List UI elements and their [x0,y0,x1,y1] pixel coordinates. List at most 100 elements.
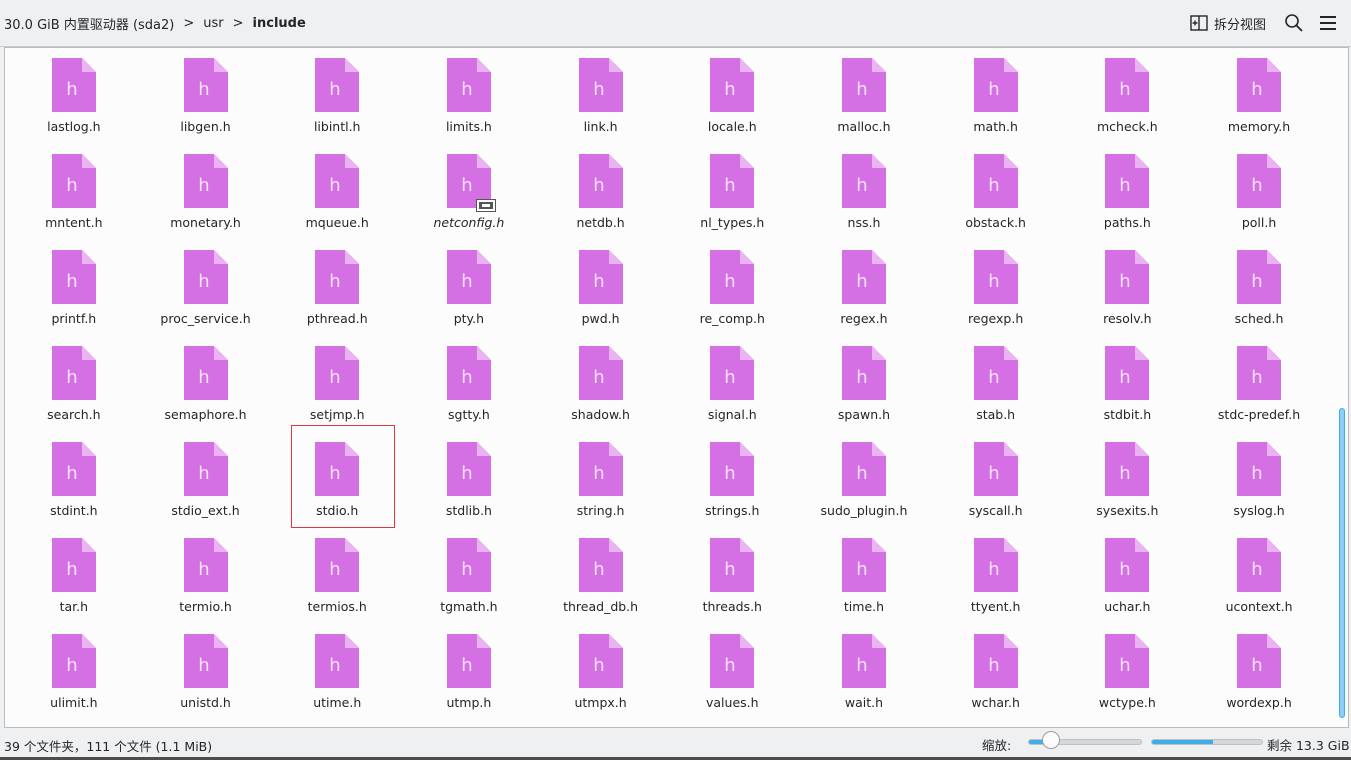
svg-text:h: h [1251,79,1262,100]
zoom-slider-handle[interactable] [1041,731,1060,749]
scrollbar-thumb[interactable] [1339,408,1345,718]
file-item[interactable]: h mqueue.h [271,144,403,240]
file-item[interactable]: h ucontext.h [1193,528,1325,624]
file-item[interactable]: h mcheck.h [1062,48,1194,144]
file-item[interactable]: h printf.h [8,240,140,336]
file-item[interactable]: h thread_db.h [535,528,667,624]
file-item[interactable]: h syscall.h [930,432,1062,528]
file-item[interactable]: h mntent.h [8,144,140,240]
svg-text:h: h [198,367,209,388]
header-file-icon: h [1105,58,1150,112]
file-item[interactable]: h wchar.h [930,624,1062,720]
file-item[interactable]: h poll.h [1193,144,1325,240]
file-item[interactable]: h stdint.h [8,432,140,528]
breadcrumb-drive[interactable]: 30.0 GiB 内置驱动器 (sda2) [4,14,174,33]
file-item[interactable]: h wctype.h [1062,624,1194,720]
file-item[interactable]: h nss.h [798,144,930,240]
file-item[interactable]: h link.h [535,48,667,144]
file-item[interactable]: h stdbit.h [1062,336,1194,432]
file-item[interactable]: h resolv.h [1062,240,1194,336]
file-item[interactable]: h stdio_ext.h [140,432,272,528]
file-item[interactable]: h obstack.h [930,144,1062,240]
file-item[interactable]: h monetary.h [140,144,272,240]
svg-text:h: h [66,463,77,484]
file-item[interactable]: h stdc-predef.h [1193,336,1325,432]
file-item[interactable]: h re_comp.h [666,240,798,336]
breadcrumb-include[interactable]: include [253,16,306,31]
file-item[interactable]: h regexp.h [930,240,1062,336]
svg-text:h: h [1251,175,1262,196]
file-item[interactable]: h sysexits.h [1062,432,1194,528]
file-item[interactable]: h utime.h [271,624,403,720]
file-item[interactable]: h sudo_plugin.h [798,432,930,528]
file-item[interactable]: h ttyent.h [930,528,1062,624]
menu-button[interactable] [1318,13,1338,33]
file-item[interactable]: h memory.h [1193,48,1325,144]
file-item[interactable]: h pthread.h [271,240,403,336]
file-item[interactable]: h limits.h [403,48,535,144]
file-item[interactable]: h uchar.h [1062,528,1194,624]
header-file-icon: h [51,58,96,112]
file-item[interactable]: h unistd.h [140,624,272,720]
file-item[interactable]: h utmp.h [403,624,535,720]
file-view[interactable]: h lastlog.h h libgen.h h libintl.h h limits.h h l… [4,47,1349,728]
header-file-icon: h [841,250,886,304]
split-view-button[interactable]: 拆分视图 [1190,12,1266,34]
file-item[interactable]: h values.h [666,624,798,720]
file-item[interactable]: h stdio.h [271,432,403,528]
file-item[interactable]: h nl_types.h [666,144,798,240]
file-item[interactable]: h stdlib.h [403,432,535,528]
header-file-icon: h [51,154,96,208]
file-item[interactable]: h signal.h [666,336,798,432]
file-item[interactable]: h sched.h [1193,240,1325,336]
file-item[interactable]: h regex.h [798,240,930,336]
file-item[interactable]: h utmpx.h [535,624,667,720]
file-item[interactable]: h libgen.h [140,48,272,144]
file-item[interactable]: h semaphore.h [140,336,272,432]
file-item[interactable]: h syslog.h [1193,432,1325,528]
scrollbar[interactable] [1338,48,1346,727]
file-item[interactable]: h wait.h [798,624,930,720]
file-item[interactable]: h threads.h [666,528,798,624]
file-name: pthread.h [306,311,368,326]
header-file-icon: h [446,634,491,688]
svg-text:h: h [1120,367,1131,388]
file-item[interactable]: h sgtty.h [403,336,535,432]
file-item[interactable]: h strings.h [666,432,798,528]
file-item[interactable]: h search.h [8,336,140,432]
file-item[interactable]: h shadow.h [535,336,667,432]
file-name: sched.h [1234,311,1284,326]
file-item[interactable]: h math.h [930,48,1062,144]
file-item[interactable]: h wordexp.h [1193,624,1325,720]
file-item[interactable]: h time.h [798,528,930,624]
breadcrumb: 30.0 GiB 内置驱动器 (sda2) > usr > include [4,0,306,46]
file-name: libintl.h [313,119,361,134]
svg-text:h: h [1251,463,1262,484]
file-item[interactable]: h pwd.h [535,240,667,336]
file-item[interactable]: h proc_service.h [140,240,272,336]
file-item[interactable]: h netconfig.h [403,144,535,240]
file-item[interactable]: h lastlog.h [8,48,140,144]
header-file-icon: h [578,154,623,208]
file-item[interactable]: h stab.h [930,336,1062,432]
search-button[interactable] [1284,13,1304,33]
file-item[interactable]: h pty.h [403,240,535,336]
header-file-icon: h [973,250,1018,304]
svg-text:h: h [198,79,209,100]
file-item[interactable]: h termios.h [271,528,403,624]
file-name: stdio_ext.h [171,503,240,518]
file-item[interactable]: h termio.h [140,528,272,624]
file-item[interactable]: h spawn.h [798,336,930,432]
file-item[interactable]: h ulimit.h [8,624,140,720]
file-item[interactable]: h netdb.h [535,144,667,240]
file-item[interactable]: h locale.h [666,48,798,144]
svg-text:h: h [856,79,867,100]
file-item[interactable]: h tar.h [8,528,140,624]
breadcrumb-usr[interactable]: usr [203,16,223,31]
file-item[interactable]: h libintl.h [271,48,403,144]
file-item[interactable]: h tgmath.h [403,528,535,624]
file-item[interactable]: h malloc.h [798,48,930,144]
file-item[interactable]: h paths.h [1062,144,1194,240]
file-item[interactable]: h string.h [535,432,667,528]
file-item[interactable]: h setjmp.h [271,336,403,432]
